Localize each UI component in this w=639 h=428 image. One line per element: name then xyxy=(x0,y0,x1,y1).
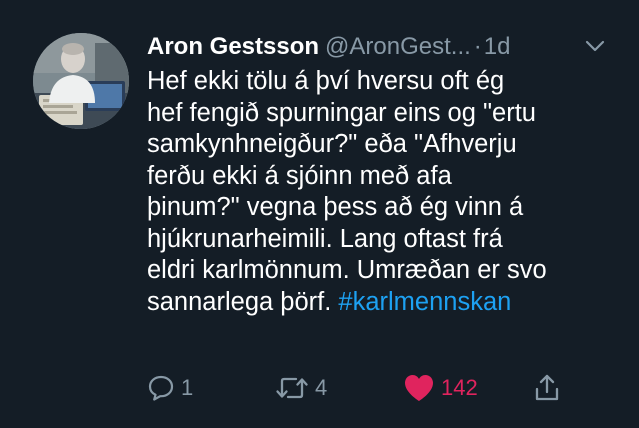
share-button[interactable] xyxy=(533,368,561,408)
retweet-count: 4 xyxy=(315,375,328,400)
chevron-down-icon[interactable] xyxy=(585,39,605,53)
tweet-text-line: hef fengið spurningar eins og "ertu xyxy=(147,98,536,127)
tweet-text-line: þinum?" vegna þess að ég vinn á xyxy=(147,193,524,221)
tweet-header: Aron Gestsson @AronGest... ·1d xyxy=(147,30,617,64)
tweet-text-line: ferðu ekki á sjóinn með afa xyxy=(147,161,452,190)
tweet-text-last-line: sannarlega þörf. #karlmennskan xyxy=(147,287,607,319)
tweet-text-line: samkynhneigður?" eða "Afhverju xyxy=(147,130,517,158)
separator-dot: · xyxy=(473,33,482,60)
tweet[interactable]: Aron Gestsson @AronGest... ·1d Hef ekki tö… xyxy=(0,0,639,428)
hashtag-link[interactable]: #karlmennskan xyxy=(338,288,511,316)
avatar-photo xyxy=(33,33,129,129)
reply-count: 1 xyxy=(181,375,194,400)
reply-button[interactable]: 1 xyxy=(147,368,193,408)
avatar[interactable] xyxy=(33,33,129,129)
timestamp[interactable]: 1d xyxy=(484,33,511,60)
author-name[interactable]: Aron Gestsson xyxy=(147,33,319,60)
like-count: 142 xyxy=(441,375,478,400)
like-button[interactable]: 142 xyxy=(403,368,478,408)
author-handle[interactable]: @AronGest... xyxy=(325,33,471,60)
tweet-text: Hef ekki tölu á því hversu oft ég hef fe… xyxy=(147,66,607,318)
retweet-button[interactable]: 4 xyxy=(275,368,327,408)
share-icon xyxy=(535,374,559,401)
action-bar: 1 4 142 xyxy=(147,368,577,408)
tweet-text-line: sannarlega þörf. xyxy=(147,287,332,316)
heart-icon xyxy=(405,375,433,401)
reply-icon xyxy=(148,375,174,401)
tweet-text-line: Hef ekki tölu á því hversu oft ég xyxy=(147,67,505,95)
retweet-icon xyxy=(276,377,308,399)
tweet-text-line: eldri karlmönnum. Umræðan er svo xyxy=(147,256,547,284)
tweet-text-line: hjúkrunarheimili. Lang oftast frá xyxy=(147,224,503,253)
